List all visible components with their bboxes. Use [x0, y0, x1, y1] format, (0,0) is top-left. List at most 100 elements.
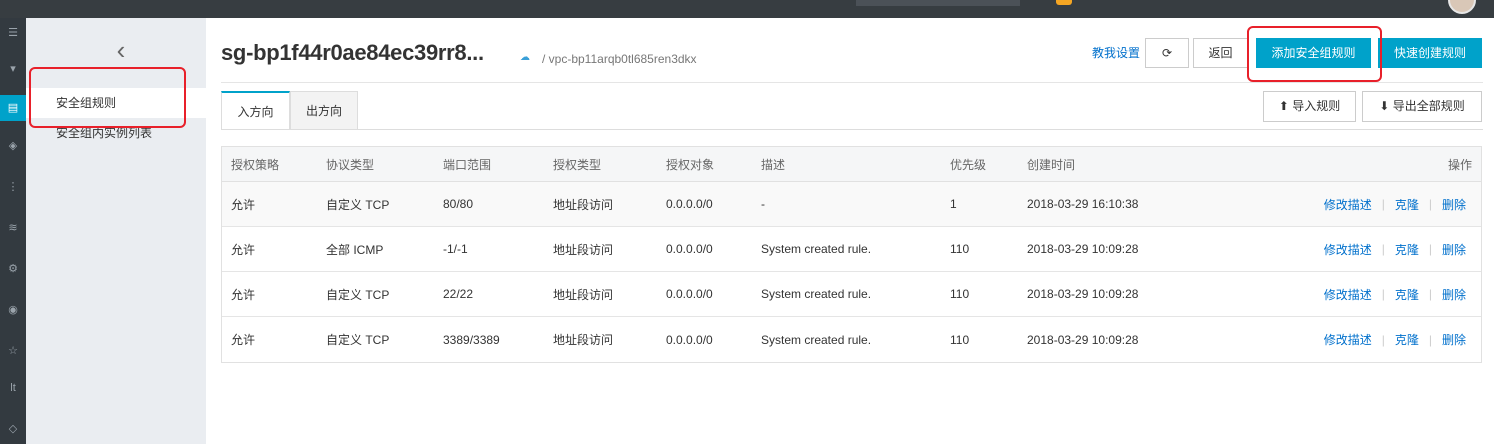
avatar[interactable] — [1448, 0, 1476, 14]
delete-link[interactable]: 删除 — [1442, 196, 1466, 213]
cell-target: 0.0.0.0/0 — [666, 332, 713, 347]
table-row: 允许 自定义 TCP 22/22 地址段访问 0.0.0.0/0 System … — [222, 272, 1481, 317]
rules-table: 授权策略 协议类型 端口范围 授权类型 授权对象 描述 优先级 创建时间 操作 … — [221, 146, 1482, 363]
cell-policy: 允许 — [231, 197, 256, 212]
top-search-box[interactable] — [856, 0, 1020, 6]
cell-auth-type: 地址段访问 — [553, 287, 614, 302]
row-actions: 修改描述 | 克隆 | 删除 — [1324, 182, 1466, 226]
cube-icon[interactable]: ◈ — [0, 133, 26, 159]
action-separator: | — [1428, 287, 1432, 301]
col-actions: 操作 — [1447, 157, 1472, 172]
cell-target: 0.0.0.0/0 — [666, 197, 713, 211]
cell-description: - — [761, 197, 765, 211]
edit-description-link[interactable]: 修改描述 — [1324, 331, 1372, 348]
chart-icon[interactable]: lt — [0, 375, 26, 401]
cell-description: System created rule. — [761, 287, 872, 301]
action-separator: | — [1381, 287, 1385, 301]
cell-created: 2018-03-29 10:09:28 — [1027, 242, 1139, 256]
cell-description: System created rule. — [761, 332, 872, 347]
cell-auth-type: 地址段访问 — [553, 197, 614, 212]
top-bar — [0, 0, 1494, 18]
table-row: 允许 全部 ICMP -1/-1 地址段访问 0.0.0.0/0 System … — [222, 227, 1481, 272]
eye-icon[interactable]: ◉ — [0, 297, 26, 323]
edit-description-link[interactable]: 修改描述 — [1324, 286, 1372, 303]
cell-policy: 允许 — [231, 333, 256, 347]
cell-created: 2018-03-29 10:09:28 — [1027, 332, 1139, 347]
col-description: 描述 — [761, 157, 786, 172]
action-separator: | — [1381, 197, 1385, 211]
vpc-breadcrumb[interactable]: / vpc-bp11arqb0tl685ren3dkx — [542, 52, 697, 66]
chevron-left-icon[interactable]: ‹ — [106, 36, 136, 66]
cell-description: System created rule. — [761, 242, 872, 256]
cell-protocol: 全部 ICMP — [326, 242, 384, 257]
cell-auth-type: 地址段访问 — [553, 242, 614, 257]
cell-priority: 110 — [950, 332, 970, 347]
caret-down-icon[interactable]: ▾ — [0, 56, 26, 82]
col-protocol: 协议类型 — [326, 157, 375, 172]
cell-policy: 允许 — [231, 242, 256, 257]
cell-target: 0.0.0.0/0 — [666, 242, 713, 256]
cloud-icon: ☁ — [520, 52, 530, 63]
table-row: 允许 自定义 TCP 3389/3389 地址段访问 0.0.0.0/0 Sys… — [222, 317, 1481, 362]
edit-description-link[interactable]: 修改描述 — [1324, 196, 1372, 213]
annotation-highlight-box — [1247, 26, 1382, 82]
delete-link[interactable]: 删除 — [1442, 241, 1466, 258]
cell-protocol: 自定义 TCP — [326, 333, 390, 347]
page-title: sg-bp1f44r0ae84ec39rr8... — [221, 40, 484, 65]
star-icon[interactable]: ☆ — [0, 338, 26, 364]
delete-link[interactable]: 删除 — [1442, 286, 1466, 303]
clone-link[interactable]: 克隆 — [1395, 331, 1419, 348]
cell-target: 0.0.0.0/0 — [666, 287, 713, 301]
cell-port: -1/-1 — [443, 242, 468, 256]
upload-icon: ⬆ — [1278, 99, 1289, 113]
quick-create-button[interactable]: 快速创建规则 — [1378, 38, 1482, 68]
refresh-button[interactable]: ⟳ — [1145, 38, 1189, 68]
cell-protocol: 自定义 TCP — [326, 287, 390, 302]
cell-priority: 110 — [950, 242, 970, 256]
table-header: 授权策略 协议类型 端口范围 授权类型 授权对象 描述 优先级 创建时间 操作 — [222, 147, 1481, 182]
help-link[interactable]: 教我设置 — [1092, 44, 1140, 61]
clone-link[interactable]: 克隆 — [1395, 286, 1419, 303]
download-icon: ⬇ — [1379, 99, 1390, 113]
action-separator: | — [1428, 242, 1432, 256]
cell-auth-type: 地址段访问 — [553, 333, 614, 347]
notification-badge[interactable] — [1056, 0, 1072, 5]
cell-priority: 1 — [950, 197, 957, 211]
icon-rail: ☰ ▾ ▤ ◈ ⋮ ≋ ⚙ ◉ ☆ lt ◇ — [0, 18, 26, 444]
cell-port: 80/80 — [443, 197, 474, 211]
action-separator: | — [1428, 197, 1432, 211]
tab-inbound[interactable]: 入方向 — [221, 91, 290, 130]
col-port: 端口范围 — [443, 157, 492, 172]
shield-icon[interactable]: ◇ — [0, 416, 26, 442]
col-auth-type: 授权类型 — [553, 157, 602, 172]
export-rules-button[interactable]: ⬇ 导出全部规则 — [1362, 91, 1482, 122]
tab-divider — [221, 129, 1483, 130]
action-separator: | — [1381, 242, 1385, 256]
row-actions: 修改描述 | 克隆 | 删除 — [1324, 227, 1466, 271]
action-separator: | — [1428, 332, 1432, 347]
server-icon[interactable]: ▤ — [0, 95, 26, 121]
tab-outbound[interactable]: 出方向 — [290, 91, 358, 130]
table-row: 允许 自定义 TCP 80/80 地址段访问 0.0.0.0/0 - 1 201… — [222, 182, 1481, 227]
cell-priority: 110 — [950, 287, 970, 301]
layers-icon[interactable]: ≋ — [0, 215, 26, 241]
cell-port: 22/22 — [443, 287, 474, 301]
menu-icon[interactable]: ☰ — [0, 20, 26, 46]
col-created: 创建时间 — [1027, 157, 1076, 172]
network-icon[interactable]: ⋮ — [0, 174, 26, 200]
clone-link[interactable]: 克隆 — [1395, 196, 1419, 213]
back-button[interactable]: 返回 — [1193, 38, 1248, 68]
edit-description-link[interactable]: 修改描述 — [1324, 241, 1372, 258]
cell-protocol: 自定义 TCP — [326, 197, 390, 212]
export-rules-label: 导出全部规则 — [1392, 99, 1465, 113]
delete-link[interactable]: 删除 — [1442, 331, 1466, 348]
cell-policy: 允许 — [231, 287, 256, 302]
refresh-icon: ⟳ — [1161, 46, 1173, 60]
gear-icon[interactable]: ⚙ — [0, 256, 26, 282]
col-policy: 授权策略 — [231, 157, 280, 172]
row-actions: 修改描述 | 克隆 | 删除 — [1324, 272, 1466, 316]
action-separator: | — [1381, 332, 1385, 347]
cell-created: 2018-03-29 10:09:28 — [1027, 287, 1139, 301]
import-rules-button[interactable]: ⬆ 导入规则 — [1263, 91, 1356, 122]
clone-link[interactable]: 克隆 — [1395, 241, 1419, 258]
